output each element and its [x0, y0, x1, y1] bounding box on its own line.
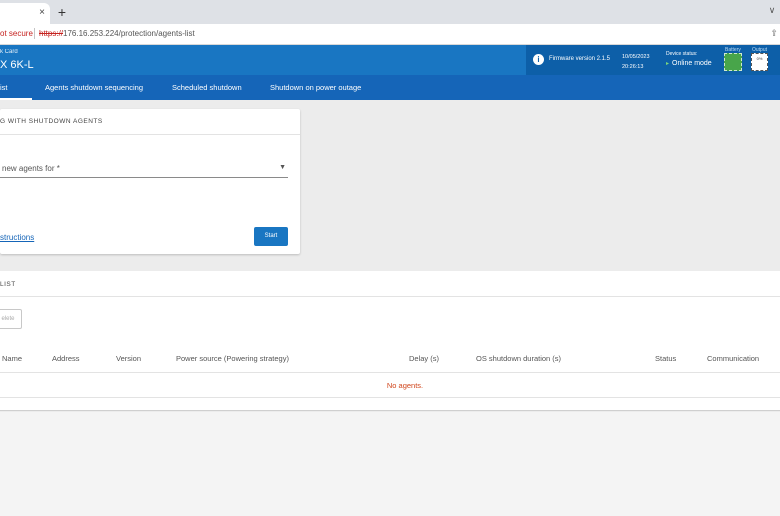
device-status-value: ▸ Online mode: [666, 60, 712, 67]
share-icon[interactable]: ⇪: [770, 28, 778, 39]
url-text[interactable]: https://176.16.253.224/protection/agents…: [39, 29, 195, 38]
instructions-link[interactable]: structions: [0, 233, 34, 242]
date-time: 10/05/2023 20:26:13: [622, 52, 650, 72]
page-background: [0, 412, 780, 516]
agents-select-placeholder: new agents for *: [2, 164, 60, 173]
status-panel: i Firmware version 2.1.5 10/05/2023 20:2…: [526, 45, 780, 75]
time: 20:26:13: [622, 64, 644, 70]
address-bar[interactable]: ot secure https://176.16.253.224/protect…: [0, 24, 780, 45]
divider: [0, 296, 780, 297]
new-tab-icon[interactable]: +: [55, 4, 69, 20]
info-icon[interactable]: i: [533, 54, 544, 65]
table-row-divider: [0, 397, 780, 398]
status-dot-icon: ▸: [666, 61, 670, 67]
column-header-power-source[interactable]: Power source (Powering strategy): [176, 354, 289, 363]
agents-list-panel: LIST elete Name Address Version Power so…: [0, 271, 780, 411]
card-subtitle: k Card: [0, 49, 18, 55]
column-header-version[interactable]: Version: [116, 354, 141, 363]
pairing-title: G WITH SHUTDOWN AGENTS: [0, 118, 103, 125]
agents-select[interactable]: new agents for * ▼: [0, 159, 288, 178]
pairing-card: G WITH SHUTDOWN AGENTS new agents for * …: [0, 109, 300, 254]
close-tab-icon[interactable]: ×: [36, 6, 48, 20]
output-value: 0%: [756, 56, 763, 61]
column-header-status[interactable]: Status: [655, 354, 676, 363]
app-header: k Card X 6K-L i Firmware version 2.1.5 1…: [0, 45, 780, 75]
url-path: 176.16.253.224/protection/agents-list: [63, 29, 195, 38]
column-header-communication[interactable]: Communication: [707, 354, 759, 363]
device-model: X 6K-L: [0, 59, 34, 71]
column-header-delay[interactable]: Delay (s): [409, 354, 439, 363]
tab-agents-shutdown-sequencing[interactable]: Agents shutdown sequencing: [45, 75, 143, 100]
column-header-address[interactable]: Address: [52, 354, 80, 363]
empty-table-message: No agents.: [386, 381, 424, 390]
column-header-os-shutdown-duration[interactable]: OS shutdown duration (s): [476, 354, 561, 363]
tab-list-chevron-icon[interactable]: ∨: [766, 3, 778, 17]
output-icon[interactable]: 0%: [751, 53, 768, 71]
browser-tab-bar: × + ∨: [0, 0, 780, 24]
url-scheme: https://: [39, 29, 64, 38]
column-header-name[interactable]: Name: [2, 354, 22, 363]
date: 10/05/2023: [622, 54, 650, 60]
table-header-divider: [0, 372, 780, 373]
tab-shutdown-on-power-outage[interactable]: Shutdown on power outage: [270, 75, 361, 100]
device-status-text: Online mode: [672, 60, 712, 67]
tab-agents-list[interactable]: ist: [0, 75, 8, 100]
start-button[interactable]: Start: [254, 227, 288, 246]
protection-nav: ist Agents shutdown sequencing Scheduled…: [0, 75, 780, 100]
firmware-version: Firmware version 2.1.5: [549, 56, 611, 62]
dropdown-arrow-icon: ▼: [279, 164, 286, 171]
tab-scheduled-shutdown[interactable]: Scheduled shutdown: [172, 75, 242, 100]
address-separator: [34, 28, 35, 39]
delete-button[interactable]: elete: [0, 309, 22, 329]
device-status-label: Device status:: [666, 51, 698, 57]
divider: [0, 134, 300, 135]
agents-list-title: LIST: [0, 281, 16, 288]
battery-icon[interactable]: [724, 53, 742, 71]
browser-tab[interactable]: ×: [0, 3, 50, 24]
main-content: G WITH SHUTDOWN AGENTS new agents for * …: [0, 100, 780, 516]
not-secure-indicator[interactable]: ot secure: [0, 29, 33, 38]
